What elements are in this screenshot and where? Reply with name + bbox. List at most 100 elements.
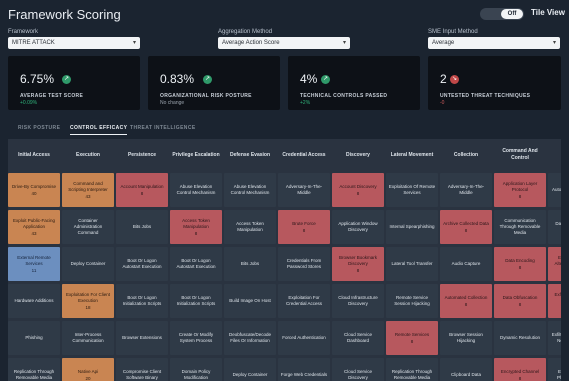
technique-tile[interactable]: Exfiltration Over Physical Medium [548,358,561,381]
technique-tile[interactable]: Forced Authentication [278,321,330,355]
technique-score: 8 [464,227,468,233]
technique-tile[interactable]: Data Encoding 8 [494,247,546,281]
technique-tile[interactable]: Dynamic Resolution [494,321,546,355]
technique-name: Domain Policy Modification [181,369,211,380]
technique-tile[interactable]: Exploitation For Credential Access [278,284,330,318]
technique-tile[interactable]: Remote Service Session Hijacking [386,284,438,318]
technique-name: Deploy Container [70,261,106,266]
technique-tile[interactable]: Account Discovery 8 [332,173,384,207]
technique-tile[interactable]: Bits Jobs [116,210,168,244]
kpi-value: 0.83% [160,72,195,86]
technique-tile[interactable]: Exploitation Of Remote Services [386,173,438,207]
technique-tile[interactable]: Boot Or Logon Initialization Scripts [170,284,222,318]
technique-name: Abuse Elevation Control Mechanism [230,184,270,195]
technique-tile[interactable]: Communication Through Removable Media [494,210,546,244]
technique-tile[interactable]: Boot Or Logon Autostart Execution [170,247,222,281]
technique-score: 43 [85,193,91,199]
technique-tile[interactable]: Abuse Elevation Control Mechanism [170,173,222,207]
technique-tile[interactable]: Archive Collected Data 8 [440,210,492,244]
technique-tile[interactable]: Deploy Container [224,358,276,381]
aggregation-select[interactable]: Average Action Score ▾ [218,37,350,49]
technique-score: 8 [356,267,360,273]
technique-tile[interactable]: Adversary-In-The-Middle [440,173,492,207]
technique-name: Boot Or Logon Initialization Scripts [122,295,162,306]
technique-name: Hardware Additions [14,298,54,303]
technique-tile[interactable]: Application Layer Protocol 8 [494,173,546,207]
technique-tile[interactable]: Domain Policy Modification [170,358,222,381]
technique-tile[interactable]: External Remote Services 11 [8,247,60,281]
technique-tile[interactable]: Command and Scripting Interpreter 43 [62,173,114,207]
technique-tile[interactable]: Boot Or Logon Autostart Execution [116,247,168,281]
technique-tile[interactable]: Access Token Manipulation [224,210,276,244]
technique-tile[interactable]: Boot Or Logon Initialization Scripts [116,284,168,318]
column-header: Initial Access [18,151,50,158]
technique-tile[interactable]: Browser Session Hijacking [440,321,492,355]
technique-tile[interactable]: Forge Web Credentials [278,358,330,381]
chevron-down-icon: ▾ [552,40,556,46]
technique-name: Data Obfuscation [502,294,538,300]
technique-tile[interactable]: Drive-By Compromise 40 [8,173,60,207]
technique-tile[interactable]: Bits Jobs [224,247,276,281]
technique-name: Cloud Service Dashboard [343,332,372,343]
technique-tile[interactable]: Deploy Container [62,247,114,281]
technique-tile[interactable]: Build Image On Host [224,284,276,318]
technique-tile[interactable]: Abuse Elevation Control Mechanism [224,173,276,207]
technique-tile[interactable]: Lateral Tool Transfer [386,247,438,281]
technique-tile[interactable]: Brute Force 8 [278,210,330,244]
technique-tile[interactable]: Cloud Service Dashboard [332,321,384,355]
sme-input-select[interactable]: Average ▾ [428,37,560,49]
technique-tile[interactable]: Create Or Modify System Process [170,321,222,355]
technique-tile[interactable]: Exploitation For Client Execution 18 [62,284,114,318]
technique-tile[interactable]: Data Obfuscation 8 [494,284,546,318]
technique-tile[interactable]: Container Administration Command [62,210,114,244]
technique-tile[interactable]: Automated Exfiltration [548,173,561,207]
technique-tile[interactable]: Automated Collection 8 [440,284,492,318]
technique-score: 8 [302,227,306,233]
technique-name: Forge Web Credentials [280,372,328,377]
technique-tile[interactable]: Credentials From Password Stores [278,247,330,281]
technique-tile[interactable]: Adversary-In-The-Middle [278,173,330,207]
technique-name: Adversary-In-The-Middle [285,184,323,195]
technique-name: External Remote Services [17,254,51,266]
technique-name: Forced Authentication [282,335,326,340]
technique-tile[interactable]: Encrypted Channel 8 [494,358,546,381]
technique-tile[interactable]: Inter-Process Communication [62,321,114,355]
technique-tile[interactable]: Exfiltration Over C2 Channel8 [548,284,561,318]
technique-tile[interactable]: Compromise Client Software Binary [116,358,168,381]
technique-name: Lateral Tool Transfer [391,261,433,266]
framework-select[interactable]: MITRE ATTACK ▾ [8,37,140,49]
technique-name: Internal Spearphishing [389,224,435,229]
column-header: Privilege Escalation [172,151,220,158]
technique-tile[interactable]: Deobfuscate/Decode Files Or Information [224,321,276,355]
technique-tile[interactable]: Audio Capture [440,247,492,281]
technique-tile[interactable]: Exploit Public-Facing Application 43 [8,210,60,244]
technique-tile[interactable]: Cloud Infrastructure Discovery [332,284,384,318]
technique-tile[interactable]: Replication Through Removable Media [8,358,60,381]
technique-name: Abuse Elevation Control Mechanism [176,184,216,195]
technique-tile[interactable]: Application Window Discovery [332,210,384,244]
technique-tile[interactable]: Internal Spearphishing [386,210,438,244]
technique-tile[interactable]: Browser Bookmark Discovery 8 [332,247,384,281]
technique-tile[interactable]: Phishing [8,321,60,355]
technique-tile[interactable]: Hardware Additions [8,284,60,318]
technique-tile[interactable]: Replication Through Removable Media [386,358,438,381]
technique-tile[interactable]: Browser Extensions [116,321,168,355]
technique-tile[interactable]: Exfiltration Over Alternative Protocol8 [548,247,561,281]
technique-name: Automated Exfiltration [551,187,561,192]
technique-tile[interactable]: Native Api 20 [62,358,114,381]
technique-tile[interactable]: Cloud Service Discovery [332,358,384,381]
technique-tile[interactable]: Clipboard Data [440,358,492,381]
technique-tile[interactable]: Access Token Manipulation 8 [170,210,222,244]
technique-tile[interactable]: Data Transfer Size Limits [548,210,561,244]
technique-tile[interactable]: Account Manipulation 8 [116,173,168,207]
technique-tile[interactable]: Exfiltration Over Other Network Medium [548,321,561,355]
header-bar: Framework Scoring Off Tile View [0,0,569,28]
tab-threat-intelligence[interactable]: THREAT INTELLIGENCE [130,122,196,134]
technique-tile[interactable]: Remote Services 8 [386,321,438,355]
tab-risk-posture[interactable]: RISK POSTURE [18,122,60,134]
technique-name: Phishing [25,335,43,340]
technique-name: Browser Session Hijacking [449,332,483,343]
tab-control-efficacy[interactable]: CONTROL EFFICACY [70,122,128,135]
tile-view-toggle[interactable]: Off [480,8,524,20]
technique-name: Access Token Manipulation [236,221,264,232]
